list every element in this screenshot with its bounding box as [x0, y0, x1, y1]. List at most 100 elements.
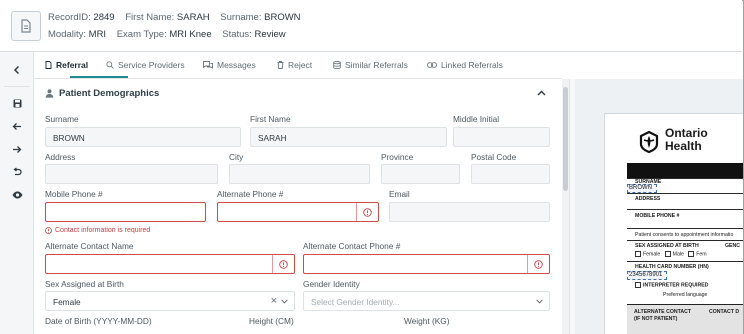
- tab-messages[interactable]: Messages: [203, 60, 256, 70]
- male-checkbox: [664, 251, 671, 257]
- alt-contact-name-field-label: Alternate Contact Name: [45, 241, 134, 251]
- save-icon: [13, 99, 21, 107]
- error-icon: [279, 259, 288, 269]
- record-header: RecordID: 2849 First Name: SARAH Surname…: [0, 0, 742, 52]
- collapse-button[interactable]: [0, 61, 34, 79]
- doc-consent-text: Patient consents to appointment informat…: [635, 232, 734, 238]
- section-header[interactable]: Patient Demographics: [45, 88, 159, 99]
- ontario-health-logo: [639, 130, 659, 154]
- document-icon-button[interactable]: [11, 11, 41, 41]
- surname-input[interactable]: BROWN: [45, 127, 241, 147]
- header-row-identity: RecordID: 2849 First Name: SARAH Surname…: [48, 12, 309, 23]
- alternate-phone-error-icon: [356, 203, 378, 221]
- province-input[interactable]: [381, 164, 460, 184]
- province-field-label: Province: [381, 152, 414, 162]
- female-option: Female: [643, 251, 661, 258]
- scrollbar-thumb[interactable]: [563, 87, 568, 191]
- first-name-label: First Name:: [125, 12, 175, 23]
- alt-contact-phone-field-label: Alternate Contact Phone #: [303, 241, 401, 251]
- alternate-phone-input[interactable]: [217, 202, 379, 222]
- arrow-left-icon: [12, 122, 21, 130]
- error-message: Contact information is required: [55, 227, 151, 234]
- middle-initial-input[interactable]: [453, 127, 550, 147]
- form-rule: [627, 228, 743, 229]
- form-scrollbar[interactable]: [562, 79, 569, 334]
- logo-line-2: Health: [665, 139, 702, 153]
- status-label: Status:: [222, 29, 252, 40]
- doc-interpreter: INTERPRETER REQUIRED: [635, 282, 708, 288]
- active-tab-indicator: [70, 76, 128, 78]
- alt-contact-phone-input[interactable]: [303, 254, 550, 274]
- postal-code-input[interactable]: [471, 164, 550, 184]
- alt-contact-name-error-icon: [272, 255, 294, 273]
- doc-address-label: ADDRESS: [635, 196, 661, 202]
- city-field-label: City: [229, 152, 244, 162]
- save-button[interactable]: [0, 94, 34, 112]
- form-rule: [627, 261, 743, 262]
- email-field-label: Email: [389, 189, 410, 199]
- view-button[interactable]: [0, 186, 34, 204]
- record-id-value: 2849: [93, 12, 115, 23]
- form-rule: [627, 209, 743, 210]
- sex-select[interactable]: Female ×: [45, 291, 295, 311]
- error-icon: [45, 227, 52, 234]
- tab-linked-referrals[interactable]: Linked Referrals: [427, 60, 503, 70]
- referral-document-preview: Ontario Health SURNAME BROWN ADDRESS MOB…: [604, 113, 743, 334]
- tab-referral[interactable]: Referral: [45, 60, 88, 70]
- collapse-section-button[interactable]: [537, 88, 546, 98]
- weight-field-label: Weight (KG): [404, 316, 450, 326]
- email-input[interactable]: [389, 202, 550, 222]
- mobile-phone-input[interactable]: [45, 202, 206, 222]
- first-name-field-label: First Name: [250, 114, 291, 124]
- city-input[interactable]: [229, 164, 370, 184]
- gender-female-checkbox: [688, 251, 695, 257]
- tab-similar-referrals[interactable]: Similar Referrals: [333, 60, 408, 70]
- header-row-exam: Modality: MRI Exam Type: MRI Knee Status…: [48, 29, 294, 40]
- tab-label: Reject: [288, 60, 313, 70]
- middle-initial-field-label: Middle Initial: [453, 114, 500, 124]
- left-toolbar: [0, 52, 34, 334]
- doc-sex-options: Female Male Fem: [635, 251, 707, 257]
- clear-icon[interactable]: ×: [271, 295, 277, 307]
- undo-icon: [13, 167, 22, 176]
- exam-type-label: Exam Type:: [116, 29, 167, 40]
- error-icon: [534, 259, 543, 269]
- form-header-bar: [627, 163, 743, 178]
- link-icon: [427, 62, 437, 68]
- alternate-phone-field-label: Alternate Phone #: [217, 189, 284, 199]
- alt-contact-name-input[interactable]: [45, 254, 295, 274]
- address-input[interactable]: [45, 164, 218, 184]
- document-icon: [45, 61, 52, 69]
- alternate-contact-header: ALTERNATE CONTACT (IF NOT PATIENT) CONTA…: [627, 304, 743, 334]
- ontario-health-wordmark: Ontario Health: [665, 127, 708, 153]
- gender-select[interactable]: Select Gender Identity...: [303, 291, 550, 311]
- back-button[interactable]: [0, 117, 34, 135]
- tab-label: Similar Referrals: [345, 60, 408, 70]
- trash-icon: [277, 61, 284, 69]
- chevron-left-icon: [13, 65, 20, 75]
- sex-field-label: Sex Assigned at Birth: [45, 279, 124, 289]
- gender-female-option: Fem: [696, 251, 707, 258]
- tab-label: Linked Referrals: [441, 60, 503, 70]
- section-title: Patient Demographics: [59, 88, 160, 99]
- first-name-value: SARAH: [176, 12, 210, 23]
- eye-icon: [12, 191, 22, 199]
- interpreter-label: INTERPRETER REQUIRED: [643, 282, 709, 289]
- modality-label: Modality:: [48, 29, 87, 40]
- tab-service-providers[interactable]: Service Providers: [106, 60, 185, 70]
- alt-contact-phone-error-icon: [527, 255, 549, 273]
- tab-label: Messages: [217, 60, 256, 70]
- first-name-input[interactable]: SARAH: [250, 127, 447, 147]
- mobile-phone-error: Contact information is required: [45, 227, 150, 234]
- interpreter-checkbox: [635, 282, 641, 288]
- gender-field-label: Gender Identity: [303, 279, 360, 289]
- error-icon: [363, 207, 372, 217]
- tab-reject[interactable]: Reject: [277, 60, 312, 70]
- doc-alt-contact-sub: (IF NOT PATIENT): [634, 316, 678, 322]
- height-field-label: Height (CM): [249, 316, 294, 326]
- forward-button[interactable]: [0, 140, 34, 158]
- doc-surname-value: BROWN: [627, 184, 657, 193]
- patient-demographics-panel: Patient Demographics Surname BROWN First…: [34, 79, 562, 334]
- doc-alt-contact-label: ALTERNATE CONTACT: [634, 309, 692, 315]
- undo-button[interactable]: [0, 163, 34, 181]
